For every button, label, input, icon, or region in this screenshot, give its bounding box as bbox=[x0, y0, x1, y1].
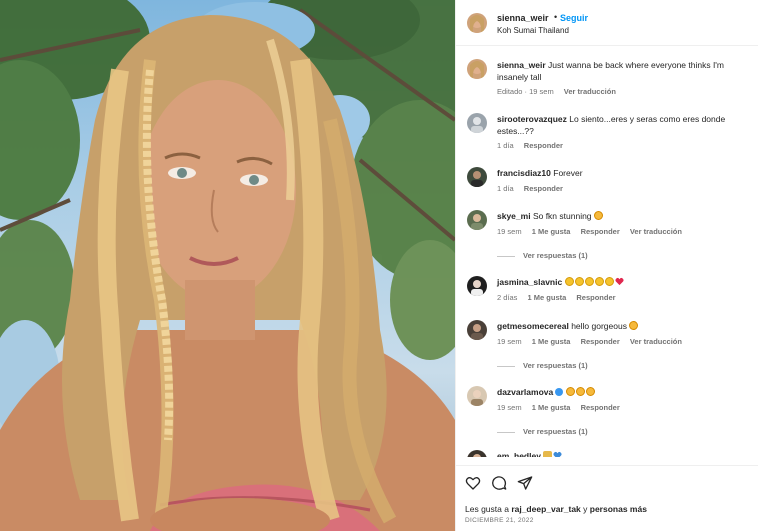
translate-link[interactable]: Ver traducción bbox=[630, 337, 682, 346]
comment-username[interactable]: em_hedley bbox=[497, 451, 541, 457]
translate-link[interactable]: Ver traducción bbox=[630, 227, 682, 236]
smile-emoji-icon bbox=[574, 277, 584, 286]
avatar[interactable] bbox=[467, 59, 487, 79]
post-actions: Les gusta a raj_deep_var_tak y personas … bbox=[456, 465, 758, 531]
caption-meta: Editado · 19 sem Ver traducción bbox=[497, 87, 624, 96]
comment-text: francisdiaz10 Forever bbox=[497, 168, 583, 178]
comment-username[interactable]: skye_mi bbox=[497, 211, 531, 221]
comment-likes[interactable]: 1 Me gusta bbox=[532, 337, 571, 346]
comment-text: dazvarlamova bbox=[497, 386, 742, 398]
heart-eyes-emoji-icon bbox=[593, 211, 603, 220]
comment-meta: 19 sem 1 Me gusta Responder Ver traducci… bbox=[497, 337, 682, 346]
caption-username[interactable]: sienna_weir bbox=[497, 60, 546, 70]
comment-likes[interactable]: 1 Me gusta bbox=[528, 293, 567, 302]
comment-meta: 2 días 1 Me gusta Responder bbox=[497, 293, 616, 302]
comment-username[interactable]: getmesomecereal bbox=[497, 321, 569, 331]
follow-button[interactable]: Seguir bbox=[560, 13, 588, 23]
reply-button[interactable]: Responder bbox=[524, 184, 563, 193]
heart-eyes-emoji-icon bbox=[629, 321, 639, 330]
comments-list[interactable]: sienna_weir Just wanna be back where eve… bbox=[456, 47, 758, 457]
replies-divider bbox=[497, 365, 515, 367]
heart-eyes-emoji-icon bbox=[565, 387, 575, 396]
post-location[interactable]: Koh Sumai Thailand bbox=[497, 26, 569, 35]
likes-summary: Les gusta a raj_deep_var_tak y personas … bbox=[465, 504, 647, 514]
avatar[interactable] bbox=[467, 210, 487, 230]
reply-button[interactable]: Responder bbox=[581, 403, 620, 412]
caption-text: sienna_weir Just wanna be back where eve… bbox=[497, 60, 725, 82]
view-replies-button[interactable]: Ver respuestas (1) bbox=[497, 427, 588, 436]
comment-meta: 1 día Responder bbox=[497, 141, 563, 150]
replies-divider bbox=[497, 431, 515, 433]
comment-username[interactable]: francisdiaz10 bbox=[497, 168, 551, 178]
post-date: DICIEMBRE 21, 2022 bbox=[465, 517, 534, 524]
comment-icon[interactable] bbox=[491, 475, 507, 491]
avatar[interactable] bbox=[467, 386, 487, 406]
comment-likes[interactable]: 1 Me gusta bbox=[532, 227, 571, 236]
comment-username[interactable]: sirooterovazquez bbox=[497, 114, 567, 124]
smile-emoji-icon bbox=[604, 277, 614, 286]
comment-meta: 1 día Responder bbox=[497, 184, 563, 193]
avatar[interactable] bbox=[467, 113, 487, 133]
avatar[interactable] bbox=[467, 320, 487, 340]
smile-emoji-icon bbox=[564, 277, 574, 286]
comment-username[interactable]: dazvarlamova bbox=[497, 387, 553, 397]
comment-text: sirooterovazquez Lo siento...eres y sera… bbox=[497, 114, 726, 136]
avatar[interactable] bbox=[467, 276, 487, 296]
comment-text: getmesomecereal hello gorgeous bbox=[497, 320, 742, 332]
heart-eyes-emoji-icon bbox=[585, 387, 595, 396]
selfie-image bbox=[0, 0, 455, 531]
face-shape bbox=[140, 80, 296, 300]
share-icon[interactable] bbox=[517, 475, 533, 491]
comment-likes[interactable]: 1 Me gusta bbox=[532, 403, 571, 412]
blue-heart-emoji-icon bbox=[553, 451, 562, 457]
avatar[interactable] bbox=[467, 13, 487, 33]
post-photo[interactable] bbox=[0, 0, 455, 531]
heart-eyes-emoji-icon bbox=[575, 387, 585, 396]
reply-button[interactable]: Responder bbox=[576, 293, 615, 302]
view-replies-button[interactable]: Ver respuestas (1) bbox=[497, 361, 588, 370]
caption-translate-link[interactable]: Ver traducción bbox=[564, 87, 616, 96]
red-heart-emoji-icon bbox=[614, 277, 624, 286]
caption-edited: Editado · 19 sem bbox=[497, 87, 554, 96]
avatar[interactable] bbox=[467, 167, 487, 187]
liker-username[interactable]: raj_deep_var_tak bbox=[511, 504, 580, 514]
comment-text: em_hedley bbox=[497, 450, 742, 457]
comment-text: skye_mi So fkn stunning bbox=[497, 210, 742, 222]
view-replies-button[interactable]: Ver respuestas (1) bbox=[497, 251, 588, 260]
reply-button[interactable]: Responder bbox=[524, 141, 563, 150]
comment-text: jasmina_slavnic bbox=[497, 276, 742, 288]
reply-button[interactable]: Responder bbox=[581, 337, 620, 346]
post-header: sienna_weir • Seguir Koh Sumai Thailand bbox=[456, 0, 758, 46]
house-emoji-icon bbox=[543, 451, 553, 457]
post-username[interactable]: sienna_weir bbox=[497, 13, 549, 23]
heart-icon[interactable] bbox=[465, 475, 481, 491]
avatar[interactable] bbox=[467, 450, 487, 457]
replies-divider bbox=[497, 255, 515, 257]
verified-badge-icon bbox=[555, 388, 564, 396]
comment-meta: 19 sem 1 Me gusta Responder Ver traducci… bbox=[497, 227, 682, 236]
others-likes-link[interactable]: personas más bbox=[590, 504, 647, 514]
separator-dot: • bbox=[554, 12, 558, 22]
post-details-panel: sienna_weir • Seguir Koh Sumai Thailand … bbox=[455, 0, 758, 531]
comment-username[interactable]: jasmina_slavnic bbox=[497, 277, 562, 287]
reply-button[interactable]: Responder bbox=[581, 227, 620, 236]
comment-meta: 19 sem 1 Me gusta Responder bbox=[497, 403, 620, 412]
smile-emoji-icon bbox=[584, 277, 594, 286]
smile-emoji-icon bbox=[594, 277, 604, 286]
